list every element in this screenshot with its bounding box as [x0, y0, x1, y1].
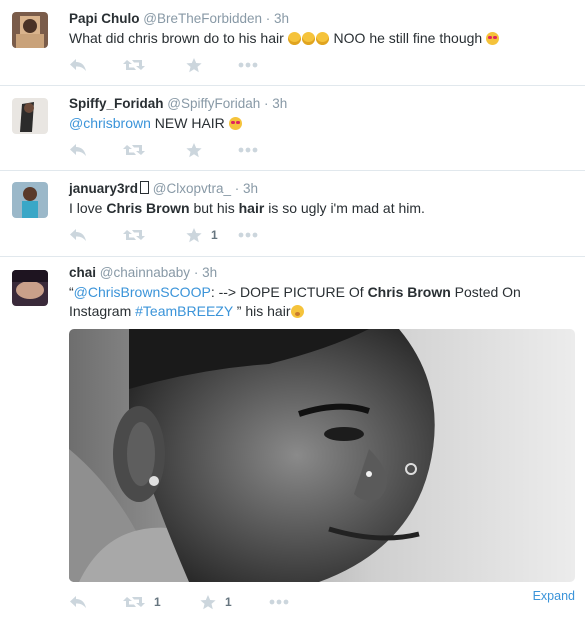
- handle[interactable]: @chainnababy: [100, 265, 190, 280]
- display-name[interactable]: chai: [69, 265, 96, 280]
- more-icon: [238, 147, 258, 153]
- tweet-header: Spiffy_Foridah @SpiffyForidah · 3h: [69, 96, 287, 111]
- mention-link[interactable]: @ChrisBrownSCOOP: [74, 284, 211, 300]
- tweet-photo[interactable]: [69, 329, 575, 582]
- tweet-actions: [69, 141, 574, 159]
- more-button[interactable]: [269, 593, 289, 611]
- more-button[interactable]: [238, 56, 258, 74]
- hashtag-link[interactable]: #TeamBREEZY: [135, 303, 233, 319]
- more-button[interactable]: [238, 141, 258, 159]
- reply-icon: [69, 228, 87, 242]
- more-icon: [269, 599, 289, 605]
- avatar[interactable]: [12, 182, 48, 218]
- tweet: Papi Chulo @BreTheForbidden · 3h What di…: [0, 0, 585, 86]
- tweet: Spiffy_Foridah @SpiffyForidah · 3h @chri…: [0, 85, 585, 171]
- favorite-button[interactable]: 1: [186, 226, 218, 244]
- retweet-button[interactable]: [123, 56, 145, 74]
- timestamp[interactable]: · 3h: [264, 96, 287, 111]
- tweet-text: What did chris brown do to his hair NOO …: [69, 29, 574, 48]
- reply-icon: [69, 143, 87, 157]
- display-name[interactable]: january3rd: [69, 181, 138, 196]
- favorite-count: 1: [225, 595, 232, 609]
- handle[interactable]: @SpiffyForidah: [167, 96, 260, 111]
- retweet-icon: [123, 143, 145, 157]
- tweet-text: I love Chris Brown but his hair is so ug…: [69, 199, 574, 218]
- avatar[interactable]: [12, 12, 48, 48]
- tweet-text-segment: What did chris brown do to his hair: [69, 30, 288, 46]
- timestamp[interactable]: · 3h: [266, 11, 289, 26]
- mention-link[interactable]: @chrisbrown: [69, 115, 151, 131]
- more-icon: [238, 62, 258, 68]
- favorite-button[interactable]: [186, 141, 202, 159]
- highlighted-term: Chris Brown: [106, 200, 190, 216]
- tweet-text-segment: NEW HAIR: [150, 115, 229, 131]
- favorite-button[interactable]: 1: [200, 593, 232, 611]
- display-name[interactable]: Papi Chulo: [69, 11, 140, 26]
- expand-link[interactable]: Expand: [533, 589, 575, 603]
- retweet-button[interactable]: 1: [123, 593, 161, 611]
- more-icon: [238, 232, 258, 238]
- favorite-icon: [186, 227, 202, 243]
- retweet-icon: [123, 595, 145, 609]
- tweet-text-segment: I love: [69, 200, 107, 216]
- handle[interactable]: @BreTheForbidden: [143, 11, 262, 26]
- favorite-count: 1: [211, 228, 218, 242]
- reply-button[interactable]: [69, 593, 87, 611]
- highlighted-term: hair: [238, 200, 265, 216]
- favorite-button[interactable]: [186, 56, 202, 74]
- tired-face-emoji-icon: [301, 32, 315, 45]
- retweet-count: 1: [154, 595, 161, 609]
- tweet-text-segment: NOO he still fine though: [329, 30, 487, 46]
- reply-button[interactable]: [69, 141, 87, 159]
- timestamp[interactable]: · 3h: [235, 181, 258, 196]
- reply-button[interactable]: [69, 226, 87, 244]
- highlighted-term: Chris Brown: [367, 284, 451, 300]
- retweet-button[interactable]: [123, 226, 145, 244]
- favorite-icon: [186, 142, 202, 158]
- display-name[interactable]: Spiffy_Foridah: [69, 96, 164, 111]
- tweet-header: chai @chainnababy · 3h: [69, 265, 217, 280]
- heart-eyes-emoji-icon: [228, 117, 242, 130]
- favorite-icon: [186, 57, 202, 73]
- tired-face-emoji-icon: [315, 32, 329, 45]
- timestamp[interactable]: · 3h: [194, 265, 217, 280]
- more-button[interactable]: [238, 226, 258, 244]
- reply-icon: [69, 58, 87, 72]
- tweet-text: “@ChrisBrownSCOOP: --> DOPE PICTURE Of C…: [69, 283, 574, 321]
- reply-button[interactable]: [69, 56, 87, 74]
- flushed-face-emoji-icon: [290, 305, 304, 318]
- heart-eyes-emoji-icon: [486, 32, 500, 45]
- tweet-text-segment: but his: [189, 200, 239, 216]
- reply-icon: [69, 595, 87, 609]
- retweet-icon: [123, 58, 145, 72]
- retweet-icon: [123, 228, 145, 242]
- tweet-actions: [69, 56, 574, 74]
- tweet-text-segment: ” his hair: [232, 303, 291, 319]
- avatar[interactable]: [12, 98, 48, 134]
- retweet-button[interactable]: [123, 141, 145, 159]
- tired-face-emoji-icon: [287, 32, 301, 45]
- tweet-actions: 11: [69, 593, 574, 611]
- tweet-header: january3rd @Clxopvtra_ · 3h: [69, 181, 258, 196]
- tweet-actions: 1: [69, 226, 574, 244]
- unknown-glyph-icon: [140, 181, 150, 194]
- tweet: january3rd @Clxopvtra_ · 3h I love Chris…: [0, 170, 585, 257]
- handle[interactable]: @Clxopvtra_: [153, 181, 231, 196]
- tweet-text: @chrisbrown NEW HAIR: [69, 114, 574, 133]
- tweet-text-segment: : --> DOPE PICTURE Of: [210, 284, 368, 300]
- tweet-header: Papi Chulo @BreTheForbidden · 3h: [69, 11, 289, 26]
- avatar[interactable]: [12, 270, 48, 306]
- tweet-text-segment: is so ugly i'm mad at him.: [264, 200, 425, 216]
- favorite-icon: [200, 594, 216, 610]
